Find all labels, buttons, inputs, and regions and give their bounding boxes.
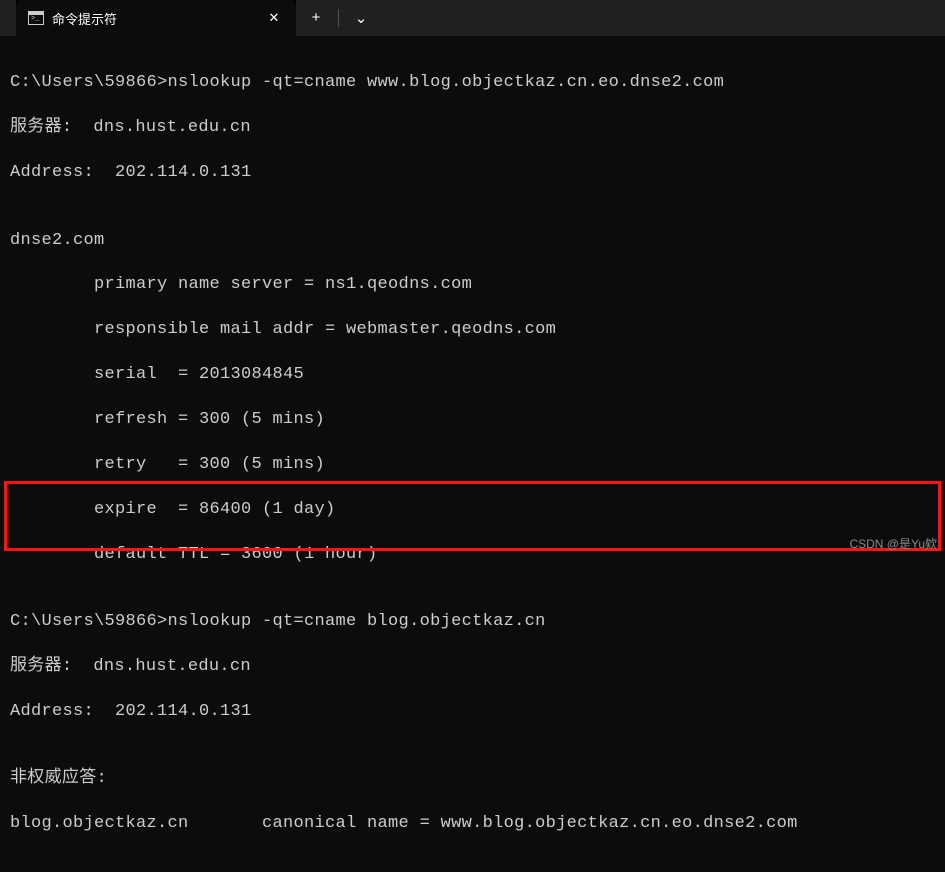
- output-line: expire = 86400 (1 day): [10, 499, 935, 521]
- output-line: blog.objectkaz.cn canonical name = www.b…: [10, 813, 935, 835]
- output-line: C:\Users\59866>nslookup -qt=cname blog.o…: [10, 611, 935, 633]
- output-line: 非权威应答:: [10, 768, 935, 790]
- new-tab-button[interactable]: +: [296, 0, 336, 36]
- output-line: dnse2.com: [10, 230, 935, 252]
- watermark-text: CSDN @是Yu欸: [849, 535, 937, 552]
- title-bar: 命令提示符 ✕ + ⌄: [0, 0, 945, 36]
- output-line: Address: 202.114.0.131: [10, 162, 935, 184]
- output-line: serial = 2013084845: [10, 364, 935, 386]
- terminal-icon: [28, 11, 44, 25]
- tab-dropdown-button[interactable]: ⌄: [341, 0, 381, 36]
- output-line: responsible mail addr = webmaster.qeodns…: [10, 319, 935, 341]
- divider: [338, 9, 339, 27]
- active-tab[interactable]: 命令提示符 ✕: [16, 0, 296, 36]
- output-line: primary name server = ns1.qeodns.com: [10, 274, 935, 296]
- tab-strip-left: [0, 0, 16, 36]
- tab-title: 命令提示符: [52, 9, 216, 28]
- output-line: refresh = 300 (5 mins): [10, 409, 935, 431]
- output-line: 服务器: dns.hust.edu.cn: [10, 117, 935, 139]
- terminal-output[interactable]: C:\Users\59866>nslookup -qt=cname www.bl…: [0, 36, 945, 872]
- output-line: 服务器: dns.hust.edu.cn: [10, 656, 935, 678]
- close-tab-button[interactable]: ✕: [264, 8, 284, 28]
- output-line: retry = 300 (5 mins): [10, 454, 935, 476]
- output-line: C:\Users\59866>nslookup -qt=cname www.bl…: [10, 72, 935, 94]
- output-line: default TTL = 3600 (1 hour): [10, 544, 935, 566]
- output-line: Address: 202.114.0.131: [10, 701, 935, 723]
- title-bar-actions: + ⌄: [296, 0, 945, 36]
